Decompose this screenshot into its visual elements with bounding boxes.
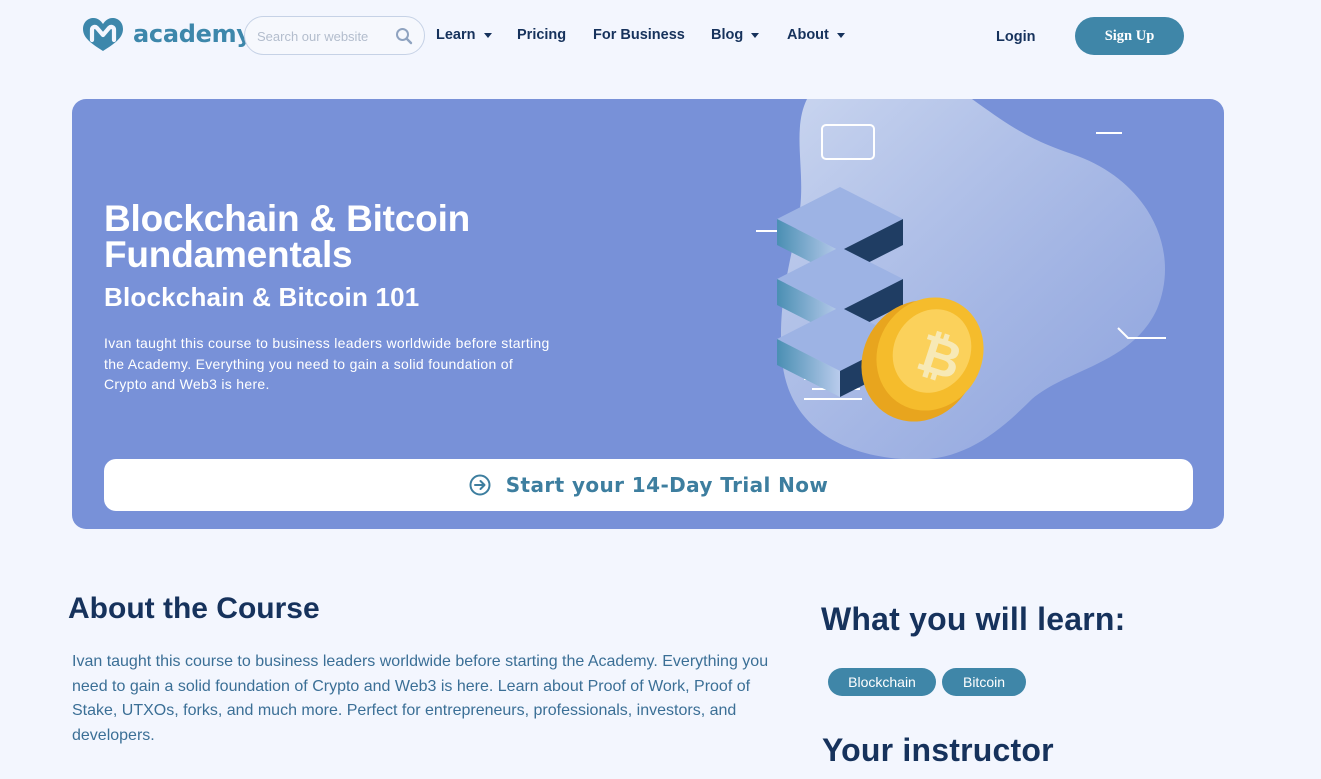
signup-label: Sign Up (1104, 27, 1155, 44)
academy-logo-icon (83, 18, 123, 51)
chevron-down-icon (483, 33, 492, 38)
about-course-heading: About the Course (68, 592, 320, 625)
search-placeholder: Search our website (257, 29, 369, 44)
your-instructor-heading: Your instructor (822, 732, 1054, 768)
chevron-down-icon (751, 33, 760, 38)
hero-description: Ivan taught this course to business lead… (104, 335, 550, 392)
logo-text: academy (133, 20, 252, 48)
start-trial-button[interactable]: Start your 14-Day Trial Now (104, 459, 1193, 511)
course-subtitle: Blockchain & Bitcoin 101 (104, 282, 420, 312)
course-title: Blockchain & Bitcoin Fundamentals (104, 198, 471, 275)
about-course-description: Ivan taught this course to business lead… (72, 653, 769, 744)
top-navigation: academy Search our website Learn Pricing… (0, 0, 1321, 72)
tag-label: Blockchain (848, 674, 916, 690)
nav-blog-label: Blog (711, 27, 744, 43)
login-link[interactable]: Login (996, 29, 1035, 45)
tag-blockchain[interactable]: Blockchain (828, 668, 936, 696)
arrow-circle-right-icon (469, 474, 491, 496)
nav-blog[interactable]: Blog (711, 27, 760, 43)
nav-pricing-label: Pricing (517, 27, 567, 43)
nav-for-business[interactable]: For Business (593, 27, 685, 43)
nav-about-label: About (787, 27, 829, 43)
nav-learn[interactable]: Learn (436, 27, 492, 43)
chevron-down-icon (836, 33, 845, 38)
start-trial-label: Start your 14-Day Trial Now (505, 473, 829, 497)
search-input[interactable]: Search our website (244, 16, 425, 55)
nav-learn-label: Learn (436, 27, 476, 43)
nav-pricing[interactable]: Pricing (517, 27, 566, 43)
login-label: Login (996, 29, 1036, 45)
nav-for-business-label: For Business (593, 27, 685, 43)
signup-button[interactable]: Sign Up (1075, 17, 1184, 55)
search-icon[interactable] (395, 27, 413, 45)
hero-banner: ₿ Blockchain & Bitcoin Fundamentals Bloc… (72, 99, 1224, 529)
tag-bitcoin[interactable]: Bitcoin (942, 668, 1026, 696)
nav-about[interactable]: About (787, 27, 845, 43)
academy-logo[interactable]: academy (80, 15, 252, 53)
what-you-will-learn-heading: What you will learn: (821, 601, 1126, 637)
tag-label: Bitcoin (962, 674, 1006, 690)
